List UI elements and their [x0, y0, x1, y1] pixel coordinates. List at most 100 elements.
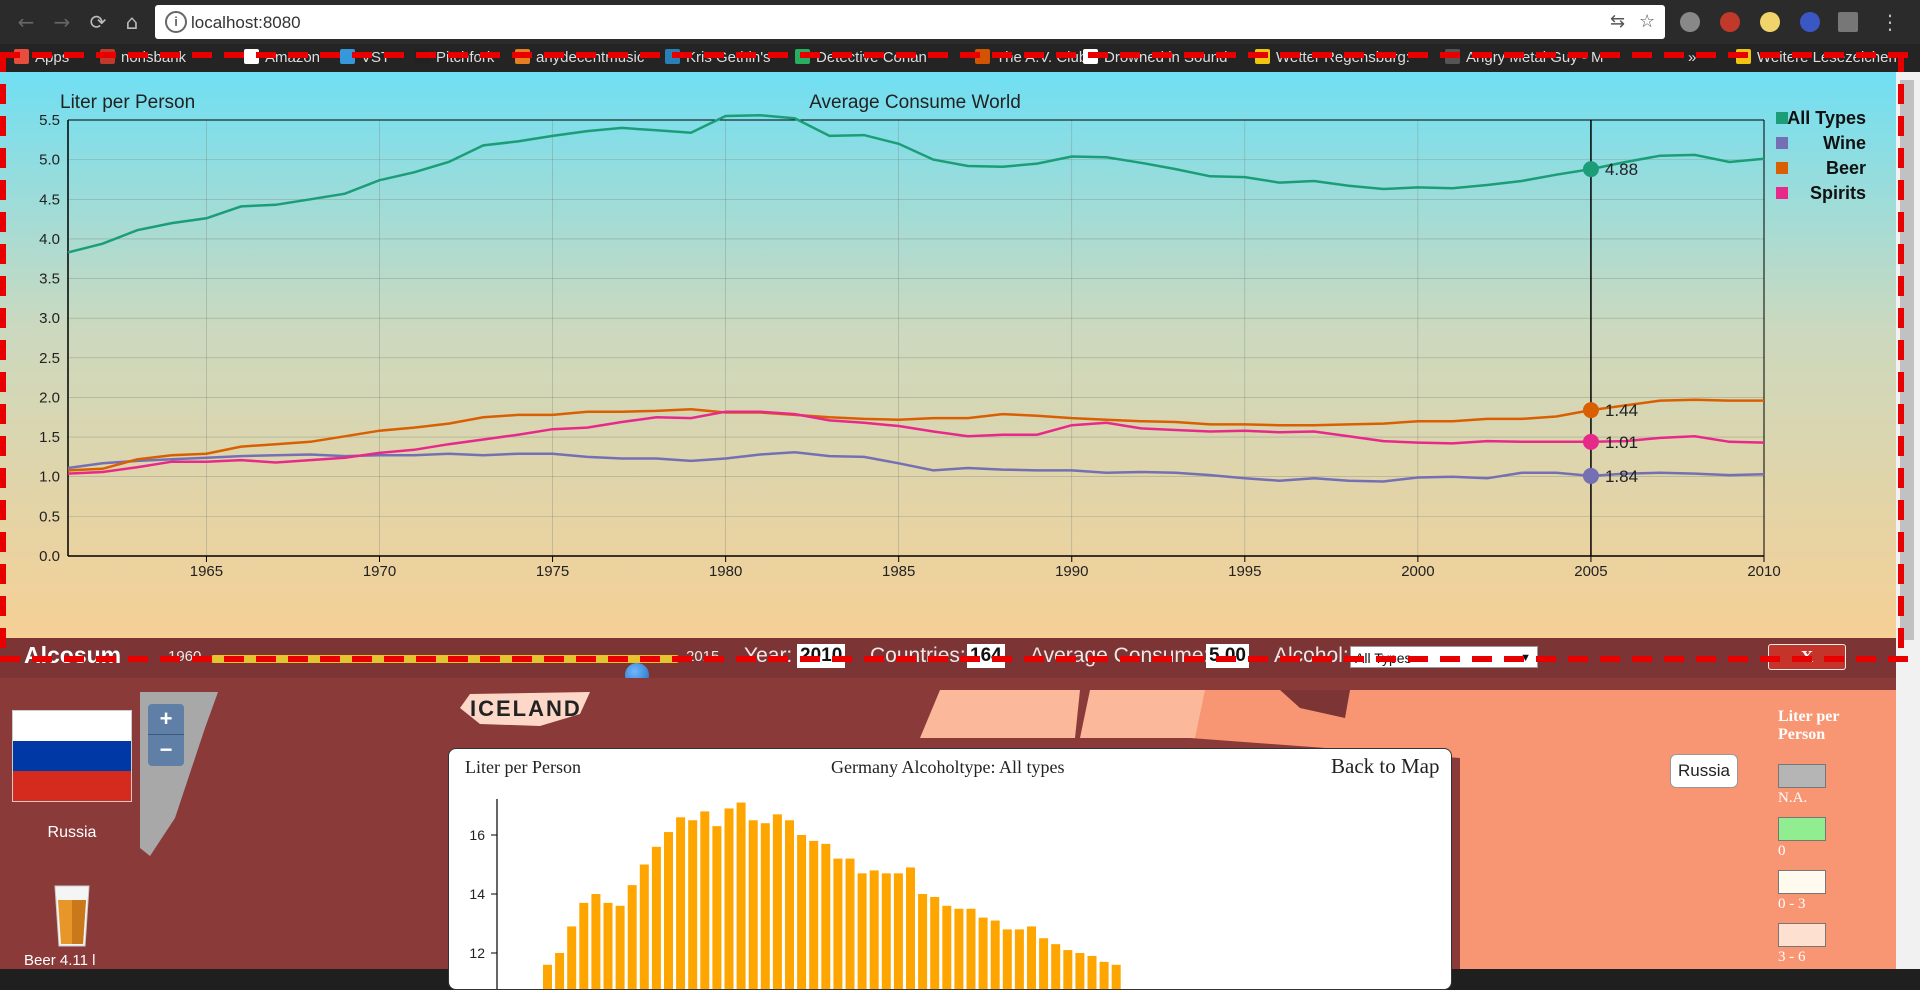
info-icon[interactable]: i — [165, 11, 187, 33]
legend-label: All Types — [1787, 108, 1866, 128]
extension-block-icon[interactable] — [1800, 12, 1820, 32]
browser-toolbar: ← → ⟳ ⌂ i localhost:8080 ⇆ ☆ ⋮ — [0, 0, 1920, 44]
bar — [833, 858, 843, 989]
extension-circle-icon[interactable] — [1680, 12, 1700, 32]
bar — [615, 905, 625, 989]
country-chart-modal: Liter per Person Germany Alcoholtype: Al… — [448, 748, 1452, 990]
bar — [978, 917, 988, 989]
iceland-label: ICELAND — [470, 696, 582, 721]
translate-icon[interactable]: ⇆ — [1610, 11, 1625, 32]
legend-label: Wine — [1823, 133, 1866, 153]
bar — [760, 823, 770, 989]
bookmarks-bar: AppsnorisbankAmazonVSTPitchforkanydecent… — [0, 44, 1920, 72]
annotation-dash-left — [0, 52, 6, 662]
x-tick-label: 2010 — [1747, 563, 1780, 580]
zoom-out-button[interactable]: − — [148, 735, 184, 765]
map-legend: Liter per Person N.A. 0 0 - 3 3 - 6 — [1778, 708, 1858, 976]
address-bar[interactable]: i localhost:8080 ⇆ ☆ — [155, 5, 1665, 39]
selected-country-label: Russia — [47, 824, 97, 841]
map-legend-swatch — [1778, 923, 1826, 947]
bar — [543, 964, 552, 989]
bar — [555, 953, 565, 989]
map-legend-title: Liter per Person — [1778, 708, 1840, 743]
map-region-finland[interactable] — [1080, 690, 1205, 738]
reload-icon[interactable]: ⟳ — [86, 10, 110, 34]
bar — [966, 908, 976, 989]
bookmark-star-icon[interactable]: ☆ — [1639, 11, 1655, 32]
home-icon[interactable]: ⌂ — [120, 10, 144, 34]
bar — [857, 873, 867, 989]
legend-label: Beer — [1826, 158, 1866, 178]
legend-swatch — [1776, 137, 1788, 149]
y-tick-label: 1.0 — [39, 469, 60, 486]
y-tick-label: 5.0 — [39, 152, 60, 169]
map-legend-label: 0 - 3 — [1778, 896, 1806, 912]
map-legend-label: 0 — [1778, 843, 1786, 859]
bar — [954, 908, 964, 989]
x-tick-label: 1990 — [1055, 563, 1088, 580]
y-tick-label: 3.0 — [39, 310, 60, 327]
bar — [1087, 955, 1097, 989]
bar — [906, 867, 915, 989]
drink-amount-label: Beer 4.11 l — [24, 952, 96, 969]
zoom-controls: + − — [148, 704, 184, 766]
bar — [1099, 961, 1109, 989]
x-tick-label: 1985 — [882, 563, 915, 580]
bar — [627, 885, 637, 989]
hover-point — [1582, 402, 1599, 419]
bar — [869, 870, 879, 989]
y-tick-label: 4.5 — [39, 191, 60, 208]
forward-arrow-icon[interactable]: → — [50, 10, 74, 34]
bar — [1027, 926, 1036, 989]
y-tick-label: 3.5 — [39, 271, 60, 288]
annotation-dash-bottom — [0, 656, 1920, 662]
bar — [797, 835, 807, 989]
bar — [809, 840, 819, 989]
bar-y-tick-label: 16 — [469, 827, 485, 843]
bar — [1051, 944, 1061, 989]
hover-point — [1582, 467, 1599, 484]
bar — [845, 858, 855, 989]
x-tick-label: 1995 — [1228, 563, 1261, 580]
map-region-scandinavia[interactable] — [920, 690, 1080, 738]
bar — [651, 846, 661, 989]
back-arrow-icon[interactable]: ← — [14, 10, 38, 34]
world-line-chart: Average Consume World Liter per Person 196… — [39, 92, 1866, 580]
x-tick-label: 1970 — [363, 563, 396, 580]
x-tick-label: 2000 — [1401, 563, 1434, 580]
bar — [1002, 929, 1012, 989]
series-line-all-types — [67, 113, 1765, 254]
bar — [1075, 953, 1085, 989]
bar — [1063, 950, 1073, 989]
menu-dots-icon[interactable]: ⋮ — [1878, 10, 1902, 34]
annotation-dash-right — [1898, 52, 1904, 662]
bar — [772, 814, 782, 989]
y-tick-label: 0.5 — [39, 508, 60, 525]
map-legend-items: N.A. 0 0 - 3 3 - 6 — [1778, 764, 1858, 966]
hover-point — [1582, 161, 1599, 178]
map-legend-swatch — [1778, 764, 1826, 788]
bar — [591, 894, 601, 989]
legend-label: Spirits — [1810, 183, 1866, 203]
bar — [942, 905, 952, 989]
hover-value-label: 1.84 — [1605, 467, 1638, 486]
extension-bulb-icon[interactable] — [1760, 12, 1780, 32]
map-legend-swatch — [1778, 817, 1826, 841]
bar — [821, 843, 831, 989]
y-tick-label: 4.0 — [39, 231, 60, 248]
country-button[interactable]: Russia — [1670, 754, 1738, 788]
extension-shield-icon[interactable] — [1720, 12, 1740, 32]
hover-value-label: 4.88 — [1605, 160, 1638, 179]
extension-panel-icon[interactable] — [1838, 12, 1858, 32]
bar — [990, 920, 1000, 989]
bar-y-tick-label: 12 — [469, 945, 485, 961]
x-tick-label: 2005 — [1574, 563, 1607, 580]
series-line-wine — [67, 450, 1765, 483]
zoom-in-button[interactable]: + — [148, 704, 184, 735]
bar — [688, 820, 698, 989]
url-text: localhost:8080 — [191, 13, 301, 32]
bar — [700, 811, 710, 989]
bar — [567, 926, 577, 989]
x-tick-label: 1965 — [190, 563, 223, 580]
y-tick-label: 2.0 — [39, 389, 60, 406]
